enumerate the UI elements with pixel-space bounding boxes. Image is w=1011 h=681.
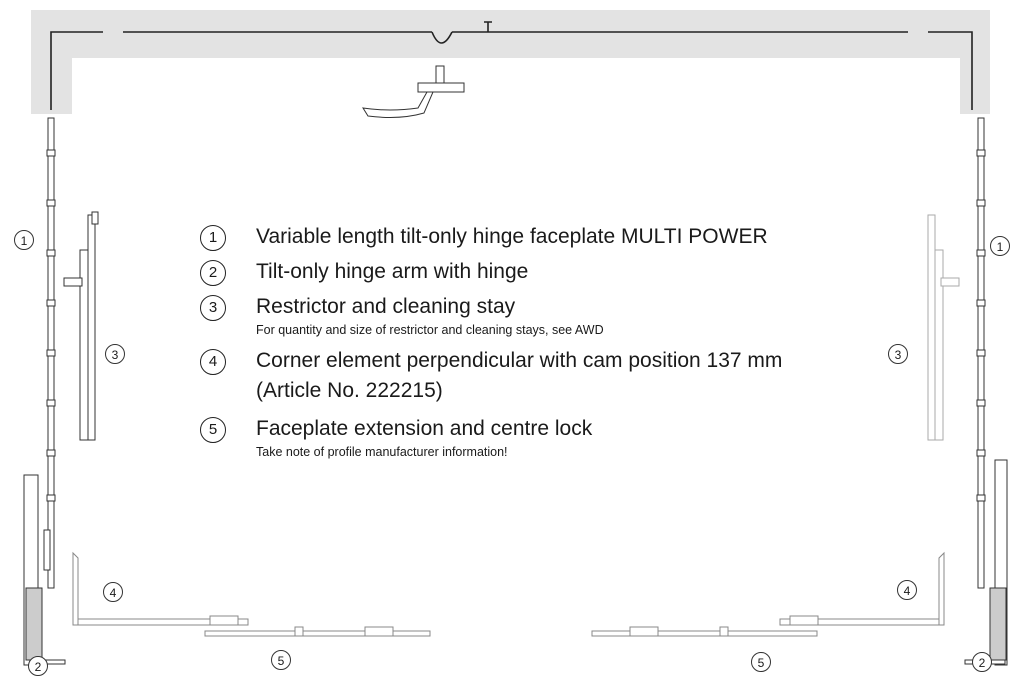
- right-hinge-faceplate: [976, 117, 986, 589]
- callout-4-right: 4: [897, 580, 917, 600]
- legend-item-3: 3 Restrictor and cleaning stay For quant…: [200, 292, 880, 338]
- legend-note-5: Take note of profile manufacturer inform…: [256, 445, 508, 459]
- callout-3-right: 3: [888, 344, 908, 364]
- legend-title-3: Restrictor and cleaning stay: [256, 295, 516, 318]
- right-hinge-arm: [964, 459, 1008, 666]
- legend-title-4-line-2: (Article No. 222215): [256, 379, 443, 402]
- legend-number-4: 4: [200, 349, 226, 375]
- left-hinge-arm: [23, 474, 66, 666]
- callout-5-right: 5: [751, 652, 771, 672]
- legend-number-3: 3: [200, 295, 226, 321]
- legend-number-2: 2: [200, 260, 226, 286]
- window-handle: [362, 65, 465, 118]
- right-faceplate-extension: [591, 626, 818, 637]
- legend-title-4: Corner element perpendicular with cam po…: [256, 349, 783, 372]
- legend-item-1: 1 Variable length tilt-only hinge facepl…: [200, 222, 880, 252]
- callout-1-left: 1: [14, 230, 34, 250]
- left-faceplate-extension: [204, 626, 431, 637]
- legend-item-2: 2 Tilt-only hinge arm with hinge: [200, 257, 880, 287]
- legend-note-3: For quantity and size of restrictor and …: [256, 323, 604, 337]
- left-restrictor-stay: [63, 211, 99, 441]
- right-corner-element: [779, 551, 945, 626]
- legend-item-5: 5 Faceplate extension and centre lock Ta…: [200, 414, 880, 460]
- right-restrictor-stay: [927, 214, 960, 441]
- left-hinge-faceplate: [46, 117, 56, 589]
- callout-2-left: 2: [28, 656, 48, 676]
- legend-item-4: 4 Corner element perpendicular with cam …: [200, 346, 880, 406]
- left-corner-element: [72, 551, 249, 626]
- callout-1-right: 1: [990, 236, 1010, 256]
- callout-3-left: 3: [105, 344, 125, 364]
- legend-title-1: Variable length tilt-only hinge faceplat…: [256, 225, 768, 248]
- callout-2-right: 2: [972, 652, 992, 672]
- legend-title-2: Tilt-only hinge arm with hinge: [256, 260, 529, 283]
- legend: 1 Variable length tilt-only hinge facepl…: [200, 222, 880, 460]
- legend-title-5: Faceplate extension and centre lock: [256, 417, 593, 440]
- callout-5-left: 5: [271, 650, 291, 670]
- legend-number-5: 5: [200, 417, 226, 443]
- callout-4-left: 4: [103, 582, 123, 602]
- window-frame: [31, 10, 990, 114]
- legend-number-1: 1: [200, 225, 226, 251]
